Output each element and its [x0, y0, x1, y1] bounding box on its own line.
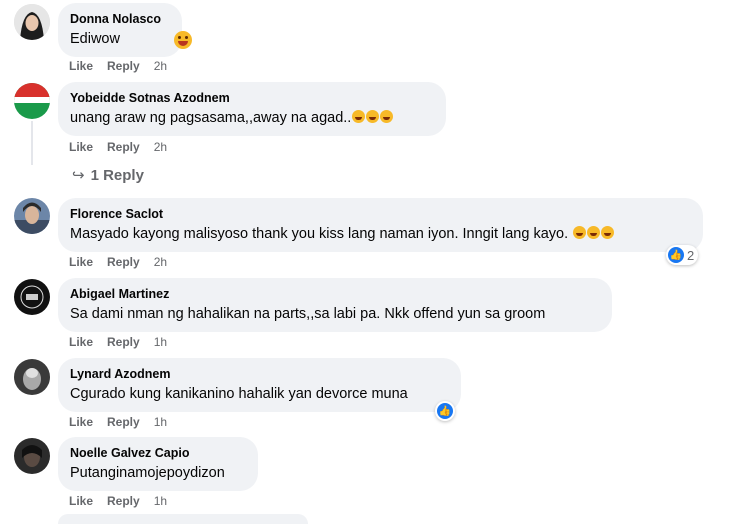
like-button[interactable]: Like: [69, 335, 93, 349]
comment-author[interactable]: Yobeidde Sotnas Azodnem: [70, 90, 434, 106]
comment-author[interactable]: Abigael Martinez: [70, 286, 600, 302]
thread-line: [31, 121, 33, 165]
comment-bubble: Lynard Azodnem Cgurado kung kanikanino h…: [58, 358, 461, 412]
avatar[interactable]: [14, 198, 50, 234]
reply-button[interactable]: Reply: [107, 335, 140, 349]
timestamp[interactable]: 2h: [154, 255, 167, 269]
reply-button[interactable]: Reply: [107, 255, 140, 269]
comment-text: Masyado kayong malisyoso thank you kiss …: [70, 224, 691, 244]
comment-text-content: Masyado kayong malisyoso thank you kiss …: [70, 226, 569, 242]
comment-actions: Like Reply 1h: [69, 494, 167, 508]
comment-bubble: Yobeidde Sotnas Azodnem unang araw ng pa…: [58, 82, 446, 136]
laughing-emoji-icon: [174, 31, 192, 49]
next-comment-bubble-partial: [58, 514, 308, 524]
avatar[interactable]: [14, 83, 50, 119]
comment-actions: Like Reply 2h: [69, 59, 167, 73]
replies-count: 1 Reply: [90, 167, 144, 184]
reaction-count: 2: [687, 247, 695, 263]
comment-actions: Like Reply 2h: [69, 140, 167, 154]
like-icon: 👍: [668, 247, 684, 263]
comment-actions: Like Reply 2h: [69, 255, 167, 269]
rofl-emoji-icon: [366, 110, 380, 123]
reply-arrow-icon: ↪: [72, 167, 85, 184]
comment-text: unang araw ng pagsasama,,away na agad..: [70, 108, 434, 128]
reply-button[interactable]: Reply: [107, 415, 140, 429]
comment-text: Cgurado kung kanikanino hahalik yan devo…: [70, 386, 408, 402]
reaction-badge[interactable]: 👍 2: [666, 245, 699, 265]
comment-author[interactable]: Florence Saclot: [70, 206, 691, 222]
grin-emoji-icon: [601, 226, 615, 239]
comment-text: Putanginamojepoydizon: [70, 465, 225, 481]
grin-emoji-icon: [587, 226, 601, 239]
view-replies-link[interactable]: ↪ 1 Reply: [72, 166, 144, 184]
comment-bubble: Florence Saclot Masyado kayong malisyoso…: [58, 198, 703, 252]
avatar[interactable]: [14, 279, 50, 315]
grin-emoji-icon: [573, 226, 587, 239]
reply-button[interactable]: Reply: [107, 140, 140, 154]
reaction-badge[interactable]: 👍: [435, 401, 455, 421]
timestamp[interactable]: 1h: [154, 415, 167, 429]
like-icon: 👍: [437, 403, 453, 419]
like-button[interactable]: Like: [69, 415, 93, 429]
comment-bubble: Noelle Galvez Capio Putanginamojepoydizo…: [58, 437, 258, 491]
comment-text: Ediwow: [70, 31, 120, 47]
avatar[interactable]: [14, 359, 50, 395]
comment-author[interactable]: Noelle Galvez Capio: [70, 445, 246, 461]
comment-text-content: unang araw ng pagsasama,,away na agad..: [70, 110, 352, 126]
comment-actions: Like Reply 1h: [69, 415, 167, 429]
comment-bubble: Donna Nolasco Ediwow: [58, 3, 182, 57]
rofl-emoji-icon: [380, 110, 394, 123]
rofl-emoji-icon: [352, 110, 366, 123]
timestamp[interactable]: 2h: [154, 59, 167, 73]
avatar[interactable]: [14, 438, 50, 474]
reply-button[interactable]: Reply: [107, 59, 140, 73]
comment-text: Sa dami nman ng hahalikan na parts,,sa l…: [70, 306, 546, 322]
comment-author[interactable]: Donna Nolasco: [70, 11, 170, 27]
like-button[interactable]: Like: [69, 494, 93, 508]
timestamp[interactable]: 1h: [154, 335, 167, 349]
timestamp[interactable]: 2h: [154, 140, 167, 154]
comment-actions: Like Reply 1h: [69, 335, 167, 349]
reply-button[interactable]: Reply: [107, 494, 140, 508]
like-button[interactable]: Like: [69, 255, 93, 269]
like-button[interactable]: Like: [69, 140, 93, 154]
avatar[interactable]: [14, 4, 50, 40]
comment-bubble: Abigael Martinez Sa dami nman ng hahalik…: [58, 278, 612, 332]
like-button[interactable]: Like: [69, 59, 93, 73]
timestamp[interactable]: 1h: [154, 494, 167, 508]
comment-author[interactable]: Lynard Azodnem: [70, 366, 449, 382]
